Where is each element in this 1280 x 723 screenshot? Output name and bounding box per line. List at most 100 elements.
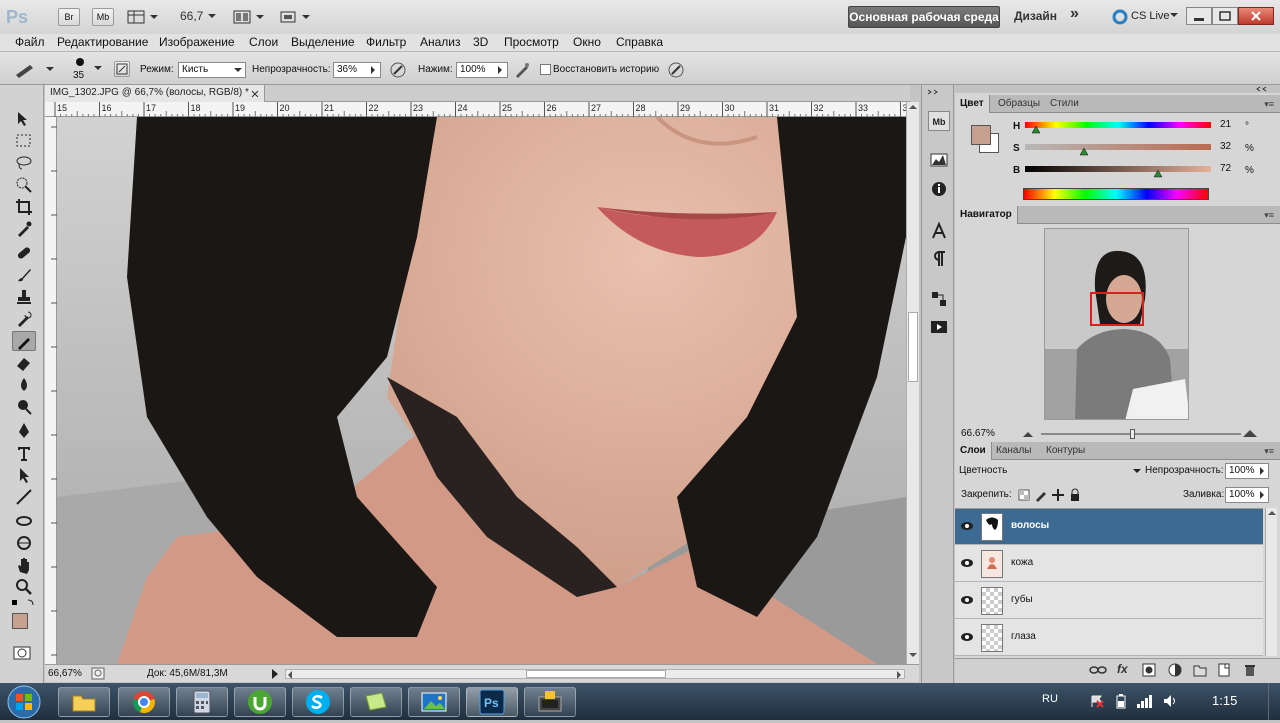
visibility-eye-icon[interactable] xyxy=(960,521,974,531)
cs-live-dropdown-icon[interactable] xyxy=(1170,13,1178,19)
tool-preset-picker[interactable] xyxy=(8,59,56,79)
lock-all-icon[interactable] xyxy=(1068,488,1082,502)
saturation-value[interactable]: 32 xyxy=(1217,140,1241,156)
zoom-level[interactable]: 66,7 xyxy=(180,9,203,23)
type-tool[interactable] xyxy=(12,443,36,463)
menu-view[interactable]: Просмотр xyxy=(504,35,559,49)
link-layers-icon[interactable] xyxy=(1089,664,1107,676)
new-group-icon[interactable] xyxy=(1193,663,1207,677)
navigator-zoom-slider[interactable] xyxy=(1041,433,1241,435)
fill-field[interactable]: 100% xyxy=(1225,487,1269,503)
navigator-view-box[interactable] xyxy=(1090,292,1144,326)
scroll-left-icon[interactable] xyxy=(287,671,293,679)
document-canvas[interactable] xyxy=(57,117,906,664)
cs-live-button[interactable]: CS Live xyxy=(1131,10,1170,22)
screen-mode-button[interactable] xyxy=(278,8,312,26)
mini-bridge-panel-button[interactable]: Mb xyxy=(928,111,950,131)
color-foreground-swatch[interactable] xyxy=(971,125,991,145)
restore-history-checkbox[interactable] xyxy=(540,64,551,75)
line-tool[interactable] xyxy=(12,487,36,507)
volume-icon[interactable] xyxy=(1162,693,1178,709)
marquee-tool[interactable] xyxy=(12,131,36,151)
new-layer-icon[interactable] xyxy=(1217,663,1231,677)
layer-row-skin[interactable]: кожа xyxy=(955,546,1263,582)
blend-mode-select[interactable]: Цветность xyxy=(959,465,1141,481)
zoom-tool[interactable] xyxy=(12,577,36,597)
tab-paths[interactable]: Контуры xyxy=(1041,442,1090,460)
taskbar-utorrent[interactable] xyxy=(234,687,286,717)
history-brush-tool-active[interactable] xyxy=(12,331,36,351)
zoom-dropdown-icon[interactable] xyxy=(207,12,217,20)
strip-collapse-icon[interactable] xyxy=(926,89,950,95)
navigator-panel-menu-icon[interactable]: ▾≡ xyxy=(1264,210,1274,221)
tab-color[interactable]: Цвет xyxy=(955,95,990,113)
status-info-icon[interactable] xyxy=(91,667,105,680)
document-close-icon[interactable] xyxy=(251,90,259,98)
pressure-field[interactable]: 100% xyxy=(456,62,508,78)
saturation-slider-thumb-icon[interactable] xyxy=(1079,148,1089,156)
status-zoom[interactable]: 66,67% xyxy=(48,668,82,679)
crop-tool[interactable] xyxy=(12,197,36,217)
move-tool[interactable] xyxy=(12,109,36,129)
histogram-panel-button[interactable] xyxy=(928,151,950,171)
layer-row-hair[interactable]: волосы xyxy=(955,509,1263,545)
taskbar-photoshop[interactable]: Ps xyxy=(466,687,518,717)
menu-file[interactable]: Файл xyxy=(15,35,45,49)
minimize-button[interactable] xyxy=(1186,7,1212,25)
opacity-field[interactable]: 36% xyxy=(333,62,381,78)
dock-collapse-icon[interactable] xyxy=(1256,86,1276,92)
menu-filter[interactable]: Фильтр xyxy=(366,35,406,49)
airbrush-toggle[interactable] xyxy=(512,60,532,80)
horizontal-scrollbar[interactable] xyxy=(285,669,905,679)
layers-scrollbar[interactable] xyxy=(1265,508,1277,656)
pressure-size-toggle[interactable] xyxy=(666,60,686,80)
battery-icon[interactable] xyxy=(1114,693,1128,709)
hue-slider-thumb-icon[interactable] xyxy=(1031,126,1041,134)
menu-layer[interactable]: Слои xyxy=(249,35,278,49)
menu-select[interactable]: Выделение xyxy=(291,35,355,49)
clock[interactable]: 1:15 xyxy=(1212,693,1237,708)
blur-tool[interactable] xyxy=(12,375,36,395)
lasso-tool[interactable] xyxy=(12,153,36,173)
hand-tool[interactable] xyxy=(12,555,36,575)
tab-swatches[interactable]: Образцы xyxy=(993,95,1045,113)
taskbar-notes[interactable] xyxy=(350,687,402,717)
quick-mask-button[interactable] xyxy=(12,645,32,661)
path-selection-tool[interactable] xyxy=(12,465,36,485)
taskbar-skype[interactable] xyxy=(292,687,344,717)
3d-orbit-tool[interactable] xyxy=(12,533,36,553)
h-scroll-thumb[interactable] xyxy=(526,670,666,678)
eyedropper-tool[interactable] xyxy=(12,219,36,239)
status-menu-arrow-icon[interactable] xyxy=(271,669,279,679)
menu-window[interactable]: Окно xyxy=(573,35,601,49)
taskbar-explorer[interactable] xyxy=(58,687,110,717)
scroll-right-icon[interactable] xyxy=(896,671,902,679)
hue-value[interactable]: 21 xyxy=(1217,118,1241,134)
animation-panel-button[interactable] xyxy=(928,317,950,337)
swap-colors-control[interactable] xyxy=(10,598,36,610)
clone-source-panel-button[interactable] xyxy=(928,289,950,309)
menu-3d[interactable]: 3D xyxy=(473,35,488,49)
dodge-tool[interactable] xyxy=(12,397,36,417)
taskbar-chrome[interactable] xyxy=(118,687,170,717)
lock-transparency-icon[interactable] xyxy=(1017,488,1031,502)
saturation-slider[interactable] xyxy=(1025,144,1211,150)
layers-panel-menu-icon[interactable]: ▾≡ xyxy=(1264,446,1274,457)
layer-row-eyes[interactable]: глаза xyxy=(955,620,1263,656)
mode-select[interactable]: Кисть xyxy=(178,62,246,78)
lock-image-icon[interactable] xyxy=(1034,488,1048,502)
visibility-eye-icon[interactable] xyxy=(960,632,974,642)
3d-rotate-tool[interactable] xyxy=(12,511,36,531)
visibility-eye-icon[interactable] xyxy=(960,595,974,605)
restore-button[interactable] xyxy=(1212,7,1238,25)
navigator-zoom[interactable]: 66.67% xyxy=(961,428,995,439)
brush-tool[interactable] xyxy=(12,265,36,285)
brightness-slider-thumb-icon[interactable] xyxy=(1153,170,1163,178)
foreground-color-swatch[interactable] xyxy=(12,613,28,629)
brightness-value[interactable]: 72 xyxy=(1217,162,1241,178)
brush-panel-toggle[interactable] xyxy=(114,61,130,77)
document-tab[interactable]: IMG_1302.JPG @ 66,7% (волосы, RGB/8) * xyxy=(45,85,265,102)
spot-healing-tool[interactable] xyxy=(12,243,36,263)
brush-picker[interactable]: 35 xyxy=(64,56,104,82)
pen-tool[interactable] xyxy=(12,421,36,441)
